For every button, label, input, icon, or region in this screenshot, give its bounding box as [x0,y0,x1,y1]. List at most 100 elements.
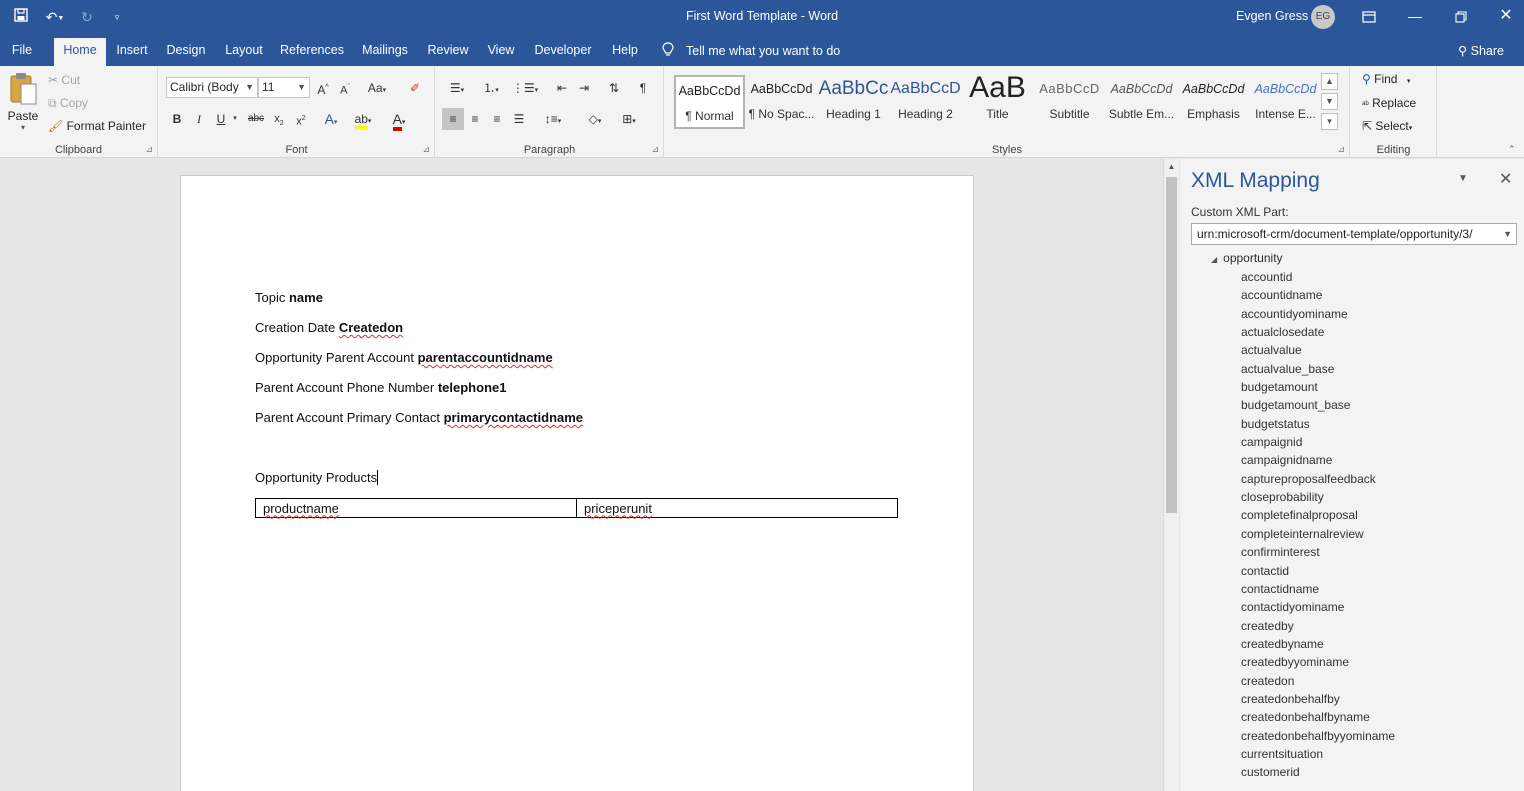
tab-insert[interactable]: Insert [112,38,152,66]
gallery-up-icon[interactable]: ▲ [1321,73,1338,90]
save-icon[interactable] [12,8,30,26]
format-painter-button[interactable]: 🖌 Format Painter [48,119,146,133]
shading-icon[interactable]: ◇▾ [580,108,610,130]
tree-node[interactable]: budgetamount_base [1241,397,1395,415]
multilevel-list-icon[interactable]: ⋮☰▾ [510,77,540,99]
style-heading-1[interactable]: AaBbCc Heading 1 [818,75,889,129]
tree-node[interactable]: accountidname [1241,287,1395,305]
tree-node[interactable]: contactidyominame [1241,599,1395,617]
style-normal[interactable]: AaBbCcDd ¶ Normal [674,75,745,129]
parent-account-line[interactable]: Opportunity Parent Account parentaccount… [255,350,553,365]
tree-node[interactable]: accountidyominame [1241,306,1395,324]
collapse-ribbon-icon[interactable]: ⌃ [1508,144,1516,155]
ribbon-display-options-icon[interactable] [1346,0,1392,34]
expand-triangle-icon[interactable]: ◢ [1211,255,1217,264]
creation-date-line[interactable]: Creation Date Createdon [255,320,403,335]
products-table[interactable]: productname priceperunit [255,498,898,518]
customize-quick-access-icon[interactable]: ▿ [108,8,126,26]
avatar[interactable]: EG [1311,5,1335,29]
tree-node[interactable]: contactidname [1241,581,1395,599]
copy-button[interactable]: ⧉ Copy [48,96,88,111]
custom-xml-part-select[interactable]: urn:microsoft-crm/document-template/oppo… [1191,223,1517,245]
sort-icon[interactable]: ⇅ [603,77,625,99]
gallery-more-icon[interactable]: ▾ [1321,113,1338,130]
tab-home[interactable]: Home [54,38,106,66]
tree-node[interactable]: closeprobability [1241,489,1395,507]
increase-indent-icon[interactable]: ⇥ [573,77,595,99]
italic-icon[interactable]: I [188,108,210,130]
tab-references[interactable]: References [280,38,344,66]
productname-field[interactable]: productname [263,501,339,516]
justify-icon[interactable]: ☰ [508,108,530,130]
clipboard-launcher-icon[interactable]: ⊿ [145,144,153,155]
tab-file[interactable]: File [4,38,40,66]
align-center-icon[interactable]: ≡ [464,108,486,130]
gallery-down-icon[interactable]: ▼ [1321,93,1338,110]
share-button[interactable]: ⚲ Share [1458,43,1504,58]
tree-node[interactable]: createdby [1241,618,1395,636]
tell-me-search[interactable]: Tell me what you want to do [662,42,840,58]
tab-view[interactable]: View [484,38,518,66]
highlight-icon[interactable]: ab▾ [352,108,374,130]
decrease-indent-icon[interactable]: ⇤ [551,77,573,99]
vertical-scrollbar[interactable]: ▲ [1163,159,1179,791]
tab-design[interactable]: Design [164,38,208,66]
field-placeholder[interactable]: telephone1 [438,380,507,395]
document-area[interactable]: Topic name Creation Date Createdon Oppor… [0,159,1163,791]
redo-icon[interactable]: ↻ [78,8,96,26]
borders-icon[interactable]: ⊞▾ [614,108,644,130]
grow-font-icon[interactable]: A^ [312,77,334,99]
tree-node[interactable]: createdon [1241,673,1395,691]
select-button[interactable]: ⇱ Select▾ [1362,119,1412,133]
style-title[interactable]: AaB Title [962,75,1033,129]
font-launcher-icon[interactable]: ⊿ [422,144,430,155]
document-page[interactable]: Topic name Creation Date Createdon Oppor… [180,175,974,791]
user-name[interactable]: Evgen Gress [1236,9,1308,23]
paragraph-launcher-icon[interactable]: ⊿ [651,144,659,155]
tab-review[interactable]: Review [424,38,472,66]
field-placeholder[interactable]: name [289,290,323,305]
primary-contact-line[interactable]: Parent Account Primary Contact primaryco… [255,410,583,425]
strikethrough-icon[interactable]: abc [245,108,267,130]
undo-icon[interactable]: ↶▼ [42,8,68,26]
font-name-combo[interactable]: Calibri (Body ▼ [166,77,258,98]
restore-icon[interactable] [1438,0,1484,34]
tree-node[interactable]: createdbyyominame [1241,654,1395,672]
text-effects-icon[interactable]: A▾ [320,108,342,130]
phone-line[interactable]: Parent Account Phone Number telephone1 [255,380,506,395]
align-right-icon[interactable]: ≡ [486,108,508,130]
styles-launcher-icon[interactable]: ⊿ [1337,144,1345,155]
font-size-combo[interactable]: 11 ▼ [258,77,310,98]
tree-node[interactable]: customerid [1241,764,1395,782]
style-subtle-emphasis[interactable]: AaBbCcDd Subtle Em... [1106,75,1177,129]
tree-node[interactable]: actualvalue [1241,342,1395,360]
tree-node[interactable]: currentsituation [1241,746,1395,764]
tree-node[interactable]: createdonbehalfby [1241,691,1395,709]
tree-node[interactable]: completefinalproposal [1241,507,1395,525]
tree-node[interactable]: campaignidname [1241,452,1395,470]
tree-root-node[interactable]: ◢ opportunity [1211,251,1283,265]
paste-button[interactable]: Paste ▾ [6,72,40,138]
line-spacing-icon[interactable]: ↕≡▾ [538,108,568,130]
close-pane-icon[interactable]: ✕ [1499,169,1512,189]
align-left-icon[interactable]: ≡ [442,108,464,130]
tree-node[interactable]: campaignid [1241,434,1395,452]
close-icon[interactable]: ✕ [1483,0,1524,34]
style-emphasis[interactable]: AaBbCcDd Emphasis [1178,75,1249,129]
tab-layout[interactable]: Layout [222,38,266,66]
scrollbar-thumb[interactable] [1166,177,1177,513]
products-heading[interactable]: Opportunity Products [255,470,379,485]
style-intense-emphasis[interactable]: AaBbCcDd Intense E... [1250,75,1321,129]
field-placeholder[interactable]: Createdon [339,320,403,335]
tab-developer[interactable]: Developer [532,38,594,66]
cut-button[interactable]: ✂ Cut [48,73,80,87]
tree-node[interactable]: createdonbehalfbyname [1241,709,1395,727]
tree-node[interactable]: captureproposalfeedback [1241,471,1395,489]
tree-node[interactable]: confirminterest [1241,544,1395,562]
superscript-icon[interactable]: x2 [290,108,312,130]
clear-formatting-icon[interactable]: ✐ [404,77,426,99]
pane-options-icon[interactable]: ▼ [1458,173,1468,184]
scroll-up-icon[interactable]: ▲ [1164,159,1179,175]
field-placeholder[interactable]: primarycontactidname [444,410,583,425]
tree-node[interactable]: createdonbehalfbyyominame [1241,728,1395,746]
